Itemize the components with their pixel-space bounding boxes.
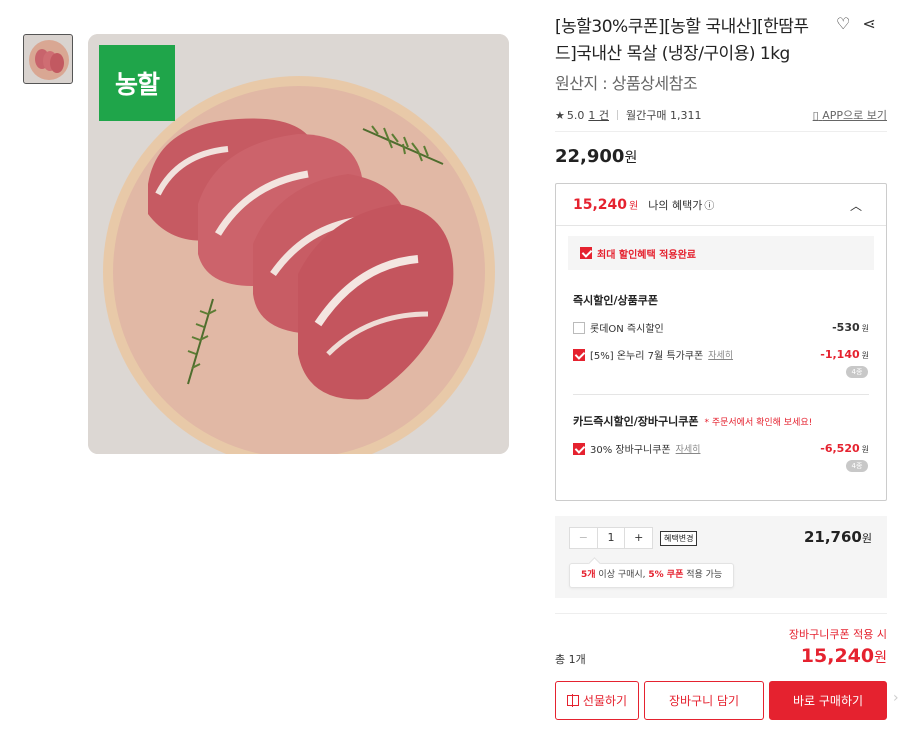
thumbnail-meat-graphic	[29, 40, 69, 80]
monthly-purchase: 월간구매 1,311	[626, 109, 702, 122]
header-actions: ♡ ⋖	[836, 14, 876, 33]
cart-coupon-options-pill[interactable]: 4종	[846, 460, 868, 472]
thumbnail-image[interactable]	[23, 34, 73, 84]
price-unit: 원	[624, 150, 638, 166]
cart-coupon-amount: -6,520 원	[820, 442, 869, 455]
quantity-value[interactable]: 1	[598, 528, 625, 548]
card-discount-note: * 주문서에서 확인해 보세요!	[704, 418, 813, 428]
product-origin: 원산지 : 상품상세참조	[555, 74, 698, 93]
benefit-header[interactable]: 15,240 원 나의 혜택가 ⓘ ︿	[556, 184, 886, 226]
cart-coupon-amount-unit: 원	[861, 445, 869, 454]
product-main-image: 농할	[88, 34, 509, 454]
total-price-value: 15,240	[800, 645, 875, 667]
change-benefit-button[interactable]: 혜택변경	[660, 531, 698, 546]
gift-button[interactable]: 선물하기	[555, 681, 639, 720]
chevron-up-icon[interactable]: ︿	[850, 197, 862, 214]
increase-button[interactable]: +	[624, 528, 652, 548]
app-view-label: APP으로 보기	[822, 109, 887, 122]
cart-coupon-label: 30% 장바구니쿠폰	[590, 445, 671, 456]
onnuri-amount-unit: 원	[861, 351, 869, 360]
lotteon-checkbox[interactable]	[573, 321, 585, 334]
cart-coupon-detail-link[interactable]: 자세히	[676, 442, 701, 455]
gift-button-label: 선물하기	[582, 694, 628, 708]
lotteon-amount-value: -530	[832, 321, 860, 334]
original-price: 22,900원	[555, 146, 637, 167]
onnuri-options-pill[interactable]: 4종	[846, 366, 868, 378]
card-discount-title: 카드즉시할인/장바구니쿠폰 * 주문서에서 확인해 보세요!	[573, 413, 812, 429]
tip-mid: 이상 구매시,	[595, 570, 649, 580]
app-view-link[interactable]: ▯ APP으로 보기	[813, 107, 887, 123]
brand-badge-text: 농할	[114, 70, 160, 99]
info-icon[interactable]: ⓘ	[704, 197, 714, 212]
quantity-panel: − 1 + 혜택변경 21,760원 5개 이상 구매시, 5% 쿠폰 적용 가…	[555, 516, 887, 598]
product-title: [농할30%쿠폰][농할 국내산][한땀푸드]국내산 목살 (냉장/구이용) 1…	[555, 17, 809, 64]
star-icon: ★	[555, 108, 565, 122]
max-benefit-label: 최대 할인혜택 적용완료	[597, 249, 696, 261]
benefit-label: 나의 혜택가	[648, 198, 703, 212]
card-discount-label: 카드즉시할인/장바구니쿠폰	[573, 415, 699, 428]
share-icon[interactable]: ⋖	[862, 14, 875, 33]
onnuri-detail-link[interactable]: 자세히	[708, 348, 733, 361]
cart-coupon-row: 30% 장바구니쿠폰 자세히 -6,520 원	[573, 441, 869, 456]
chevron-right-icon[interactable]: ›	[893, 690, 899, 706]
line-price-unit: 원	[861, 532, 872, 545]
rating-row: ★ 5.0 1 건 월간구매 1,311 ▯ APP으로 보기	[555, 107, 887, 123]
cart-coupon-amount-value: -6,520	[820, 442, 860, 455]
buy-now-button[interactable]: 바로 구매하기	[769, 681, 887, 720]
heart-icon[interactable]: ♡	[836, 14, 850, 33]
quantity-stepper[interactable]: − 1 +	[569, 527, 653, 549]
decrease-button[interactable]: −	[570, 528, 598, 548]
benefit-price: 15,240	[573, 196, 628, 213]
bulk-coupon-tooltip: 5개 이상 구매시, 5% 쿠폰 적용 가능	[569, 563, 735, 588]
buy-now-label: 바로 구매하기	[792, 694, 864, 708]
onnuri-label: [5%] 온누리 7월 특가쿠폰	[590, 351, 704, 362]
lotteon-amount: -530 원	[832, 321, 869, 334]
benefit-panel: 15,240 원 나의 혜택가 ⓘ ︿ 최대 할인혜택 적용완료 즉시할인/상품…	[555, 183, 887, 501]
coupon-applied-note: 장바구니쿠폰 적용 시	[788, 628, 887, 641]
max-benefit-checkbox[interactable]	[580, 247, 592, 259]
cart-coupon-checkbox[interactable]	[573, 442, 585, 455]
tip-count: 5개	[581, 570, 596, 580]
total-price: 15,240원	[801, 645, 887, 667]
max-benefit-notice[interactable]: 최대 할인혜택 적용완료	[568, 236, 874, 270]
rating-separator	[617, 110, 618, 120]
divider	[555, 613, 887, 614]
add-to-cart-label: 장바구니 담기	[668, 694, 740, 708]
benefit-price-unit: 원	[629, 201, 639, 212]
onnuri-amount-value: -1,140	[820, 348, 860, 361]
onnuri-coupon-row: [5%] 온누리 7월 특가쿠폰 자세히 -1,140 원	[573, 347, 869, 362]
add-to-cart-button[interactable]: 장바구니 담기	[644, 681, 764, 720]
section-divider	[573, 394, 869, 395]
lotteon-discount-row: 롯데ON 즉시할인 -530 원	[573, 320, 869, 335]
instant-discount-title: 즉시할인/상품쿠폰	[573, 292, 658, 308]
onnuri-checkbox[interactable]	[573, 348, 585, 361]
rating-score: 5.0	[566, 108, 585, 122]
line-price: 21,760원	[804, 528, 872, 546]
onnuri-amount: -1,140 원	[820, 348, 869, 361]
lotteon-label: 롯데ON 즉시할인	[590, 324, 664, 335]
phone-icon: ▯	[812, 109, 819, 122]
price-value: 22,900	[555, 146, 625, 167]
total-count: 총 1개	[555, 653, 586, 666]
line-price-value: 21,760	[803, 528, 862, 546]
tip-coupon: 5% 쿠폰	[648, 570, 684, 580]
lotteon-amount-unit: 원	[861, 324, 869, 333]
brand-badge: 농할	[99, 45, 175, 121]
total-price-unit: 원	[874, 650, 887, 666]
tip-end: 적용 가능	[683, 570, 723, 580]
review-count-link[interactable]: 1 건	[588, 107, 609, 123]
instant-discount-label: 즉시할인/상품쿠폰	[573, 294, 658, 307]
gift-icon	[566, 694, 579, 707]
divider	[555, 131, 887, 132]
